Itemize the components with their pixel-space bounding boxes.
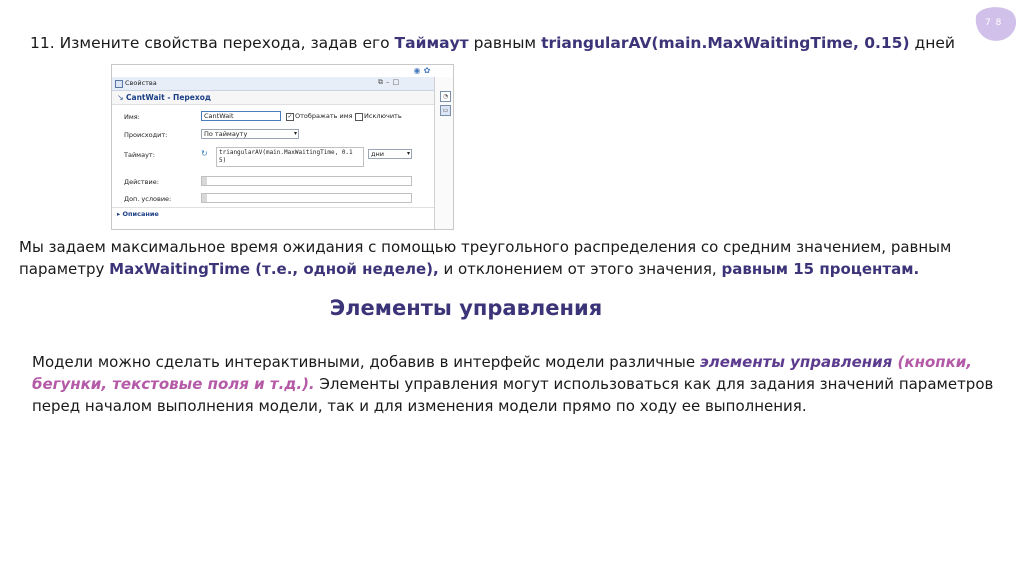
step-text-prefix: 11. Измените свойства перехода, задав ег…	[30, 34, 395, 52]
page-number: 7 8	[985, 18, 1003, 28]
transition-icon: ↘	[117, 93, 124, 102]
para1-text-2: и отклонением от этого значения,	[438, 260, 722, 278]
toolbar-icon-b[interactable]: ✿	[422, 66, 432, 75]
name-label: Имя:	[124, 113, 140, 121]
param-highlight: MaxWaitingTime (т.е., одной неделе),	[109, 260, 439, 278]
timeout-expr-line2: 5)	[219, 157, 227, 164]
element-header: ↘ CantWait - Переход	[112, 91, 434, 105]
side-tool-icon[interactable]: ◔	[440, 91, 451, 102]
occurs-select[interactable]: По таймауту ▾	[201, 129, 299, 139]
section-heading: Элементы управления	[329, 296, 603, 320]
timeout-expr-line1: triangularAV(main.MaxWaitingTime, 0.1	[219, 149, 353, 156]
action-field[interactable]	[201, 176, 412, 186]
side-toolbar: ◔ ▭	[434, 77, 453, 229]
occurs-label: Происходит:	[124, 131, 168, 139]
description-label: Описание	[122, 210, 159, 218]
timeout-unit-value: дни	[371, 150, 384, 158]
refresh-icon[interactable]: ↻	[201, 149, 208, 158]
timeout-word: Таймаут	[394, 34, 469, 52]
controls-paragraph: Модели можно сделать интерактивными, доб…	[32, 351, 1002, 417]
exclude-checkbox[interactable]	[355, 113, 363, 121]
name-field[interactable]: CantWait	[201, 111, 281, 121]
properties-content: ↘ CantWait - Переход Имя: CantWait ✓ Ото…	[112, 91, 434, 229]
action-label: Действие:	[124, 178, 159, 186]
window-controls: ⧉–□	[378, 78, 402, 87]
chevron-down-icon: ▾	[293, 130, 297, 137]
condition-label: Доп. условие:	[124, 195, 172, 203]
chevron-down-icon: ▾	[406, 150, 410, 157]
description-section[interactable]: ▸ Описание	[117, 210, 159, 218]
properties-icon	[115, 80, 123, 88]
exclude-label: Исключить	[364, 112, 402, 120]
properties-tab[interactable]: Свойства ⧉–□	[112, 77, 434, 91]
show-name-checkbox[interactable]: ✓	[286, 113, 294, 121]
timeout-expression-field[interactable]: triangularAV(main.MaxWaitingTime, 0.1 5)	[216, 147, 364, 167]
panel-toolbar: ◉ ✿	[112, 65, 453, 77]
step-instruction: 11. Измените свойства перехода, задав ег…	[30, 34, 955, 52]
properties-panel-screenshot: ◉ ✿ Свойства ⧉–□ ◔ ▭ ↘ CantWait - Переход…	[111, 64, 454, 230]
toolbar-icon-a[interactable]: ◉	[412, 66, 422, 75]
timeout-label: Таймаут:	[124, 151, 155, 159]
step-text-middle: равным	[468, 34, 542, 52]
timeout-unit-select[interactable]: дни ▾	[368, 149, 412, 159]
paren-open: (	[892, 353, 905, 371]
para2-text-1: Модели можно сделать интерактивными, доб…	[32, 353, 700, 371]
controls-term: элементы управления	[699, 353, 893, 371]
occurs-value: По таймауту	[204, 130, 248, 138]
expand-arrow-icon: ▸	[117, 210, 121, 218]
section-divider	[112, 207, 434, 208]
side-view-icon[interactable]: ▭	[440, 105, 451, 116]
properties-tab-label: Свойства	[125, 79, 157, 87]
condition-field[interactable]	[201, 193, 412, 203]
name-value: CantWait	[204, 112, 234, 120]
maximize-icon[interactable]: □	[393, 78, 403, 86]
condition-field-tab	[202, 194, 207, 202]
show-name-label: Отображать имя	[295, 112, 353, 120]
step-text-suffix: дней	[909, 34, 955, 52]
action-field-tab	[202, 177, 207, 185]
element-title: CantWait - Переход	[126, 93, 211, 102]
open-icon[interactable]: ⧉	[378, 78, 386, 86]
timeout-expression: triangularAV(main.MaxWaitingTime, 0.15)	[541, 34, 910, 52]
explanation-paragraph: Мы задаем максимальное время ожидания с …	[19, 236, 1009, 280]
percent-highlight: равным 15 процентам.	[721, 260, 920, 278]
